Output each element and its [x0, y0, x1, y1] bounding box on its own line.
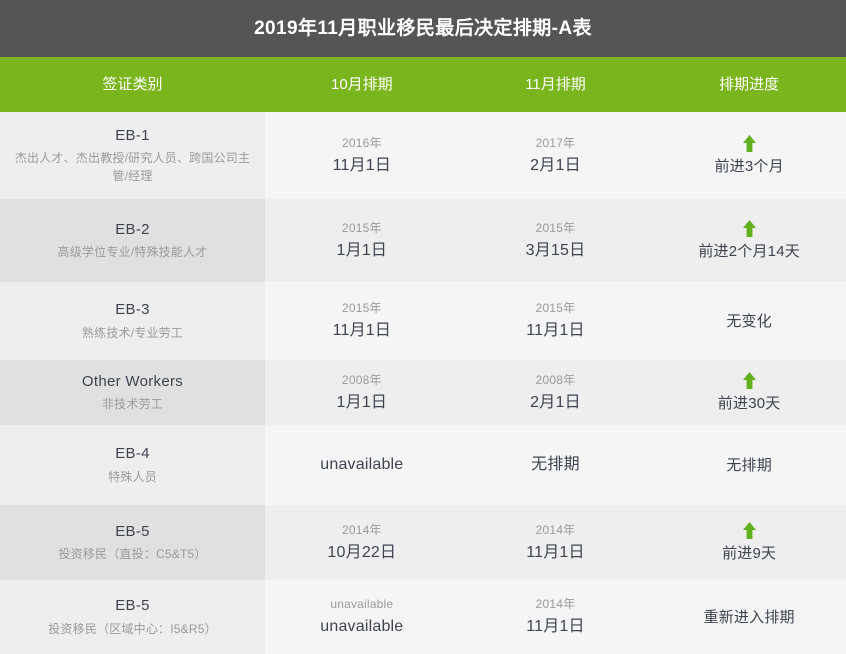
cell-visa-category: EB-5 投资移民（区域中心：I5&R5） — [0, 580, 265, 654]
table-row: EB-5 投资移民（区域中心：I5&R5） unavailable unavailab… — [0, 580, 846, 654]
cell-october-cutoff-year: unavailable — [330, 597, 394, 611]
progress-text: 前进2个月14天 — [698, 242, 800, 260]
visa-category-name: EB-3 — [115, 301, 150, 319]
cell-november-cutoff: 2014年 11月1日 — [458, 580, 653, 654]
table-row: EB-1 杰出人才、杰出教授/研究人员、跨国公司主管/经理 2016年 11月1日 20… — [0, 112, 846, 199]
column-header-progress: 排期进度 — [719, 76, 780, 93]
visa-category-name: EB-5 — [115, 597, 150, 615]
column-header-november: 11月排期 — [525, 76, 586, 93]
arrow-up-icon — [742, 134, 757, 152]
table-row: EB-3 熟练技术/专业劳工 2015年 11月1日 2015年 11月1日 无变化 — [0, 282, 846, 360]
visa-category-description: 投资移民（直投：C5&T5） — [58, 547, 207, 562]
cell-visa-category: EB-1 杰出人才、杰出教授/研究人员、跨国公司主管/经理 — [0, 112, 265, 199]
visa-category-name: Other Workers — [81, 372, 184, 390]
cell-october-cutoff: 2015年 11月1日 — [265, 282, 459, 360]
cell-november-cutoff: 2015年 3月15日 — [458, 199, 653, 282]
cell-october-cutoff-date: 11月1日 — [332, 322, 392, 339]
visa-category-description: 非技术劳工 — [101, 397, 163, 412]
title-bar: 2019年11月职业移民最后决定排期-A表 — [0, 0, 846, 57]
cell-progress: 无排期 — [652, 425, 846, 505]
cell-october-cutoff: 2016年 11月1日 — [265, 112, 459, 199]
table-row: EB-2 高级学位专业/特殊技能人才 2015年 1月1日 2015年 3月15日 前进2个… — [0, 199, 846, 282]
arrow-up-icon — [742, 521, 757, 539]
cell-november-cutoff-date: 11月1日 — [526, 543, 585, 561]
progress-text: 无变化 — [726, 312, 772, 330]
cell-progress: 前进9天 — [652, 505, 846, 580]
progress-text: 无排期 — [726, 456, 772, 474]
cell-november-cutoff: 无排期 — [458, 425, 653, 505]
cell-visa-category: Other Workers 非技术劳工 — [0, 360, 265, 425]
cell-progress: 前进2个月14天 — [652, 199, 846, 282]
cell-november-cutoff-date: 无排期 — [531, 456, 580, 473]
cell-october-cutoff-date: unavailable — [320, 618, 404, 635]
cell-november-cutoff: 2014年 11月1日 — [458, 505, 653, 580]
cell-visa-category: EB-3 熟练技术/专业劳工 — [0, 282, 265, 360]
visa-category-description: 高级学位专业/特殊技能人才 — [57, 245, 208, 260]
table-row: EB-4 特殊人员 unavailable 无排期 无排期 — [0, 425, 846, 505]
cell-october-cutoff-year: 2008年 — [341, 372, 382, 387]
cell-october-cutoff-year: 2016年 — [341, 135, 382, 150]
progress-text: 重新进入排期 — [703, 608, 795, 626]
cell-progress: 前进30天 — [652, 360, 846, 425]
visa-category-description: 杰出人才、杰出教授/研究人员、跨国公司主管/经理 — [14, 151, 251, 184]
table-row: EB-5 投资移民（直投：C5&T5） 2014年 10月22日 2014年 11月1日 前… — [0, 505, 846, 580]
cell-november-cutoff-year: 2015年 — [535, 301, 576, 315]
cell-november-cutoff-date: 3月15日 — [525, 241, 586, 259]
visa-category-description: 投资移民（区域中心：I5&R5） — [48, 621, 217, 636]
arrow-up-icon — [742, 371, 757, 389]
cell-november-cutoff-year: 2014年 — [535, 522, 576, 537]
column-header-october: 10月排期 — [330, 76, 393, 93]
cell-october-cutoff: unavailable — [265, 425, 459, 505]
cell-november-cutoff-date: 11月1日 — [526, 322, 585, 339]
cell-november-cutoff-date: 11月1日 — [526, 618, 585, 635]
cell-november-cutoff-year: 2015年 — [535, 220, 576, 235]
cell-november-cutoff-year: 2014年 — [535, 597, 576, 611]
cell-progress: 无变化 — [652, 282, 846, 360]
table-header-row: 签证类别 10月排期 11月排期 排期进度 — [0, 57, 846, 112]
cell-visa-category: EB-2 高级学位专业/特殊技能人才 — [0, 199, 265, 282]
cell-november-cutoff-date: 2月1日 — [530, 393, 581, 411]
arrow-up-icon — [742, 219, 757, 237]
column-header-category: 签证类别 — [102, 76, 163, 93]
cell-november-cutoff: 2015年 11月1日 — [458, 282, 653, 360]
table-row: Other Workers 非技术劳工 2008年 1月1日 2008年 2月1日 前进30… — [0, 360, 846, 425]
visa-category-name: EB-1 — [115, 126, 150, 144]
cell-november-cutoff-year: 2008年 — [535, 372, 576, 387]
cell-visa-category: EB-5 投资移民（直投：C5&T5） — [0, 505, 265, 580]
visa-category-description: 熟练技术/专业劳工 — [81, 325, 184, 340]
page-title: 2019年11月职业移民最后决定排期-A表 — [254, 18, 592, 39]
cell-october-cutoff-year: 2015年 — [341, 220, 382, 235]
progress-text: 前进30天 — [717, 394, 781, 412]
cell-visa-category: EB-4 特殊人员 — [0, 425, 265, 505]
cell-november-cutoff-date: 2月1日 — [530, 156, 581, 174]
visa-bulletin-table: 2019年11月职业移民最后决定排期-A表 签证类别 10月排期 11月排期 排… — [0, 0, 846, 654]
cell-october-cutoff-date: 1月1日 — [336, 393, 388, 411]
cell-november-cutoff-year: 2017年 — [535, 135, 576, 150]
cell-progress: 重新进入排期 — [652, 580, 846, 654]
visa-category-name: EB-4 — [115, 445, 150, 463]
cell-october-cutoff-year: 2014年 — [341, 522, 382, 537]
cell-progress: 前进3个月 — [652, 112, 846, 199]
cell-october-cutoff: 2014年 10月22日 — [265, 505, 459, 580]
cell-october-cutoff-date: 11月1日 — [332, 156, 392, 174]
cell-october-cutoff-date: 10月22日 — [327, 543, 397, 561]
visa-category-description: 特殊人员 — [108, 469, 157, 484]
cell-october-cutoff: unavailable unavailable — [265, 580, 459, 654]
progress-text: 前进3个月 — [714, 157, 784, 175]
cell-november-cutoff: 2017年 2月1日 — [458, 112, 653, 199]
cell-october-cutoff-date: 1月1日 — [336, 241, 388, 259]
cell-october-cutoff-date: unavailable — [320, 456, 404, 473]
progress-text: 前进9天 — [722, 544, 777, 562]
cell-october-cutoff-year: 2015年 — [341, 301, 382, 315]
cell-october-cutoff: 2015年 1月1日 — [265, 199, 459, 282]
table-body: EB-1 杰出人才、杰出教授/研究人员、跨国公司主管/经理 2016年 11月1日 20… — [0, 112, 846, 654]
cell-october-cutoff: 2008年 1月1日 — [265, 360, 459, 425]
visa-category-name: EB-2 — [115, 220, 150, 238]
cell-november-cutoff: 2008年 2月1日 — [458, 360, 653, 425]
visa-category-name: EB-5 — [115, 522, 150, 540]
